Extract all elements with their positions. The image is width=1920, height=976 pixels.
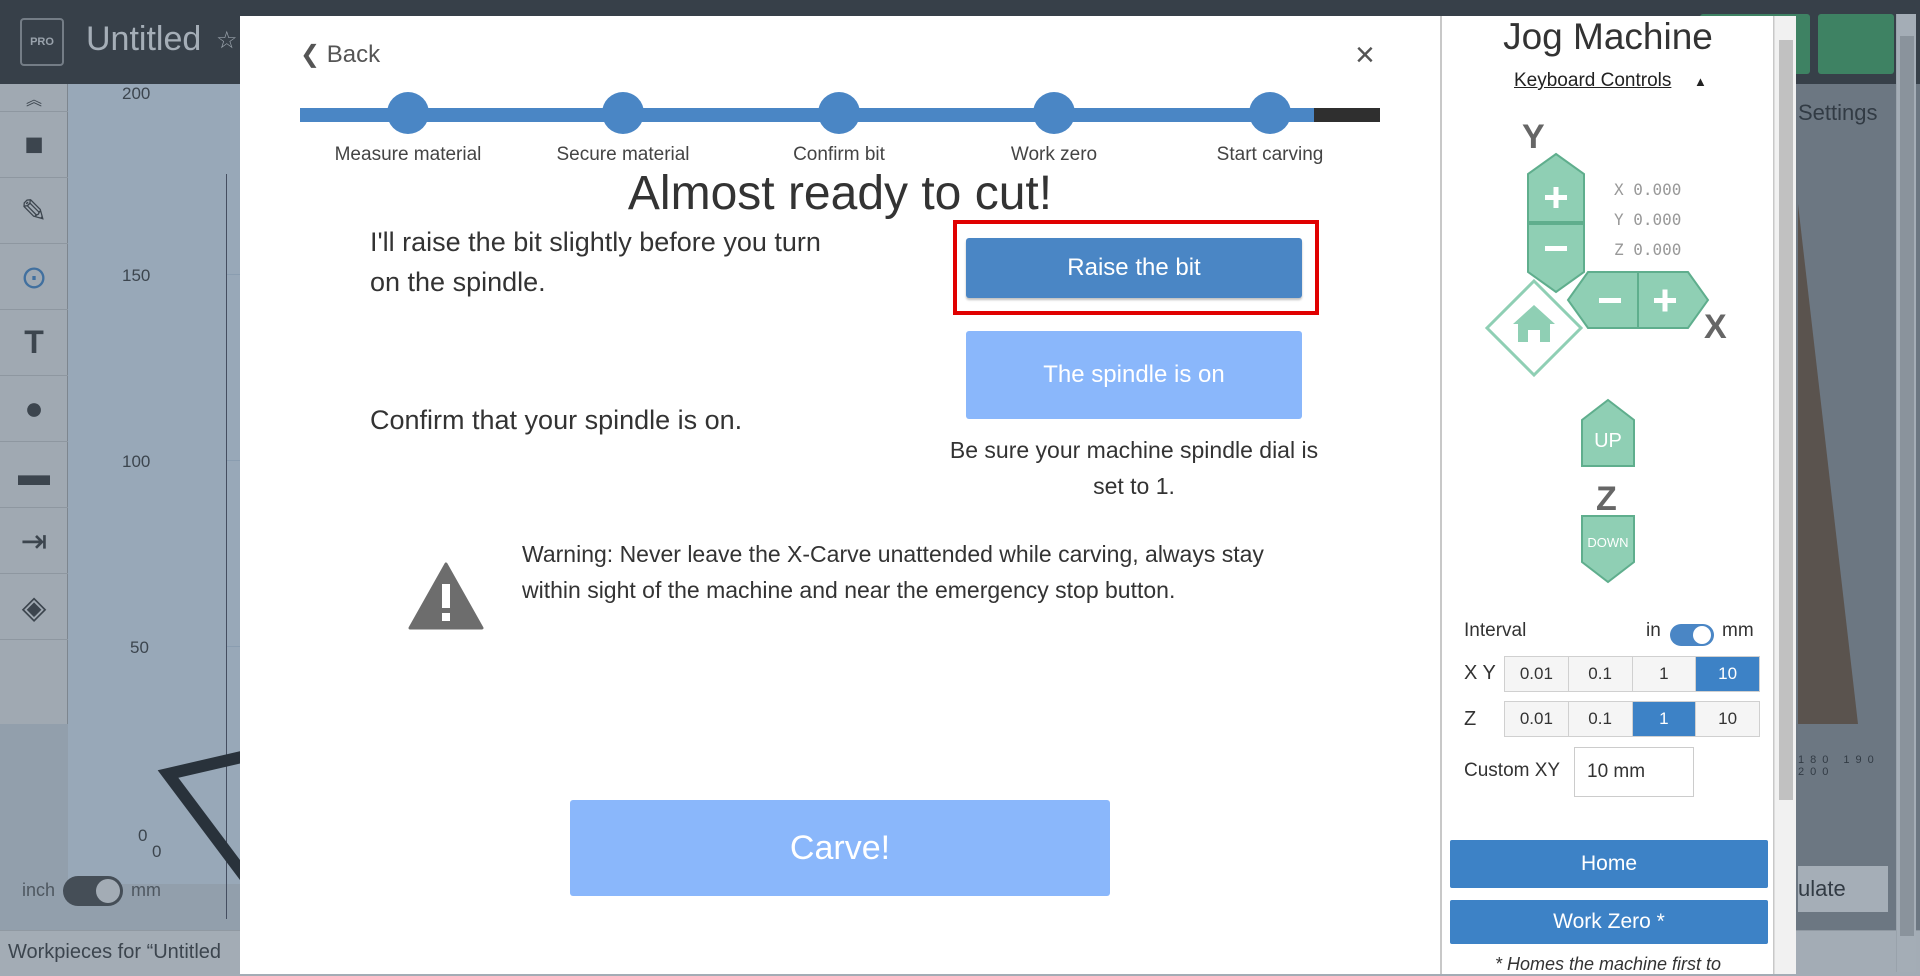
warning-text: Warning: Never leave the X-Carve unatten… <box>522 541 1264 603</box>
unit-toggle-switch[interactable] <box>1670 624 1714 646</box>
interval-label: Interval <box>1464 620 1527 641</box>
home-jog-button[interactable] <box>1484 278 1584 378</box>
step-dot-measure[interactable] <box>387 92 429 134</box>
xy-interval-option[interactable]: 0.1 <box>1568 657 1633 691</box>
step-label: Work zero <box>1010 144 1098 165</box>
step-dot-carve[interactable] <box>1249 92 1291 134</box>
keyboard-controls-link[interactable]: Keyboard Controls <box>1514 70 1671 92</box>
progress-stepper: Measure material Secure material Confirm… <box>300 92 1380 165</box>
warning-icon <box>408 562 484 630</box>
step-label: Measure material <box>334 144 482 165</box>
step-label: Start carving <box>1216 144 1324 165</box>
xy-interval-option[interactable]: 0.01 <box>1505 657 1569 691</box>
step-label: Confirm bit <box>793 144 885 165</box>
custom-xy-label: Custom XY <box>1464 760 1561 781</box>
step-dot-bit[interactable] <box>818 92 860 134</box>
page-title: Almost ready to cut! <box>627 167 1053 220</box>
back-label: Back <box>326 41 381 68</box>
step-label: Secure material <box>556 144 690 165</box>
custom-xy-input[interactable] <box>1574 747 1694 797</box>
z-interval-option[interactable]: 0.01 <box>1505 702 1569 736</box>
coord-x: X 0.000 <box>1614 180 1682 199</box>
z-interval-option[interactable]: 10 <box>1696 702 1759 736</box>
jog-title: Jog Machine <box>1503 16 1713 57</box>
jog-pad: Y X Z X 0.000 Y 0.000 Z 0.000 UP DOWN <box>1442 108 1774 608</box>
unit-in-label: in <box>1646 620 1661 641</box>
raise-bit-button[interactable]: Raise the bit <box>966 238 1302 298</box>
z-interval-option[interactable]: 0.1 <box>1568 702 1633 736</box>
spindle-note: Be sure your machine spindle dial is set… <box>949 437 1319 499</box>
chevron-left-icon: ❮ <box>300 41 321 68</box>
z-interval-selector: 0.01 0.1 1 10 <box>1504 701 1760 737</box>
spindle-on-button[interactable]: The spindle is on <box>966 331 1302 419</box>
home-note: * Homes the machine first to <box>1494 954 1722 974</box>
xy-interval-label: X Y <box>1464 662 1496 684</box>
step-dot-zero[interactable] <box>1033 92 1075 134</box>
xy-interval-option[interactable]: 1 <box>1632 657 1697 691</box>
z-interval-option-selected[interactable]: 1 <box>1632 702 1697 736</box>
carve-button[interactable]: Carve! <box>570 800 1110 896</box>
scrollbar-thumb[interactable] <box>1779 40 1793 800</box>
toggle-knob <box>1693 626 1711 644</box>
back-button[interactable]: ❮ Back <box>300 40 380 69</box>
z-interval-label: Z <box>1464 708 1477 730</box>
raise-instruction: I'll raise the bit slightly before you t… <box>370 227 821 297</box>
coord-z: Z 0.000 <box>1614 240 1682 259</box>
z-up-label: UP <box>1594 430 1622 452</box>
unit-mm-label: mm <box>1722 620 1754 641</box>
jog-x-plus-button[interactable] <box>1636 270 1710 330</box>
coord-y: Y 0.000 <box>1614 210 1682 229</box>
progress-track <box>300 108 1314 122</box>
xy-interval-selector: 0.01 0.1 1 10 <box>1504 656 1760 692</box>
caret-up-icon[interactable]: ▲ <box>1694 74 1707 89</box>
jog-machine-panel: Jog Machine Keyboard Controls ▲ Y X Z X … <box>1440 16 1774 974</box>
close-icon[interactable]: × <box>1355 36 1375 75</box>
step-dot-secure[interactable] <box>602 92 644 134</box>
jog-panel-scrollbar[interactable] <box>1774 16 1796 974</box>
z-down-label: DOWN <box>1587 535 1629 550</box>
progress-track-remaining <box>1314 108 1380 122</box>
jog-y-plus-button[interactable] <box>1526 152 1586 224</box>
spindle-instruction: Confirm that your spindle is on. <box>370 405 743 435</box>
carve-wizard-modal: ❮ Back × Measure material Secure materia… <box>240 16 1440 974</box>
xy-interval-option-selected[interactable]: 10 <box>1696 657 1759 691</box>
home-button[interactable]: Home <box>1450 840 1768 888</box>
work-zero-button[interactable]: Work Zero * <box>1450 900 1768 944</box>
